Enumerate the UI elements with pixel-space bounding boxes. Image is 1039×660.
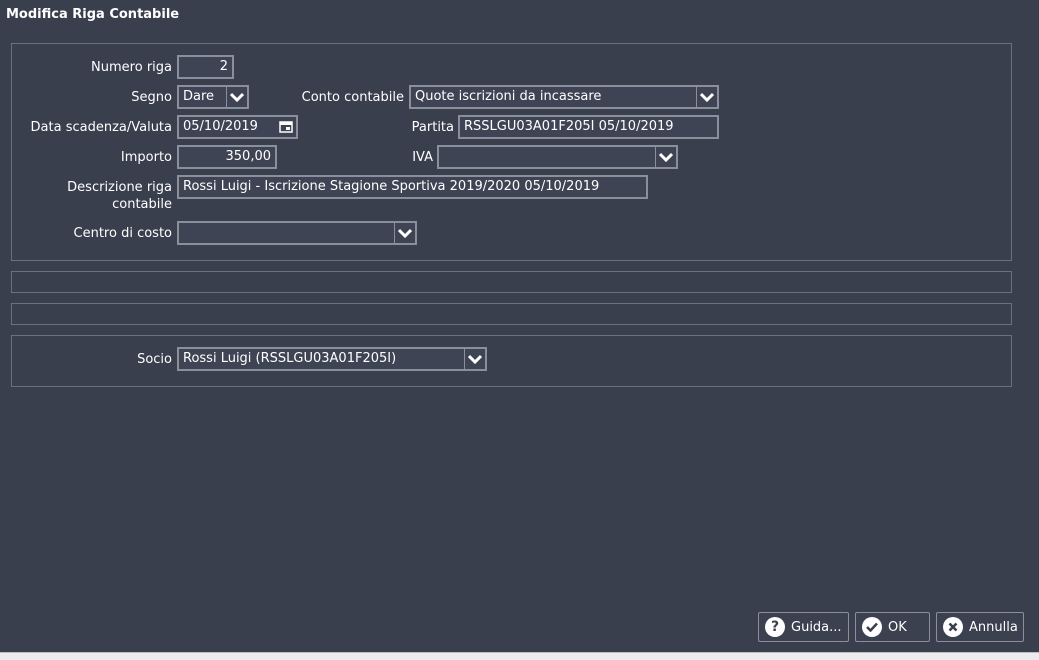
empty-panel-2 [11,303,1012,325]
iva-select[interactable] [437,145,678,169]
segno-dropdown-button[interactable] [226,87,247,107]
descrizione-input[interactable]: Rossi Luigi - Iscrizione Stagione Sporti… [177,175,648,199]
conto-contabile-select[interactable]: Quote iscrizioni da incassare [409,85,719,109]
segno-label: Segno [131,90,172,105]
data-scadenza-input[interactable]: 05/10/2019 [177,115,298,139]
help-icon: ? [765,617,785,637]
descrizione-label-line2: contabile [112,197,172,212]
title-bar: Modifica Riga Contabile [0,0,1039,30]
centro-costo-dropdown-button[interactable] [394,223,415,243]
close-icon [943,617,963,637]
calendar-button[interactable] [276,117,296,137]
chevron-down-icon [468,354,482,364]
guida-button-label: Guida... [791,619,842,635]
calendar-icon [279,121,293,133]
conto-contabile-label: Conto contabile [301,90,404,105]
data-scadenza-label: Data scadenza/Valuta [30,120,172,135]
chevron-down-icon [700,92,714,102]
ok-button-label: OK [888,619,907,635]
ok-button[interactable]: OK [855,612,930,642]
centro-costo-label: Centro di costo [73,226,172,241]
partita-label: Partita [411,120,454,135]
iva-label: IVA [412,150,433,165]
guida-button[interactable]: ? Guida... [758,612,849,642]
numero-riga-input[interactable]: 2 [177,55,234,79]
data-scadenza-value: 05/10/2019 [183,119,258,134]
importo-label: Importo [120,150,172,165]
socio-dropdown-button[interactable] [464,349,485,369]
socio-label: Socio [137,352,172,367]
socio-value: Rossi Luigi (RSSLGU03A01F205I) [183,351,397,366]
chevron-down-icon [230,92,244,102]
numero-riga-label: Numero riga [91,60,172,75]
window-title: Modifica Riga Contabile [6,7,180,22]
check-icon [862,617,882,637]
conto-contabile-dropdown-button[interactable] [696,87,717,107]
descrizione-label-line1: Descrizione riga [67,180,172,195]
annulla-button[interactable]: Annulla [936,612,1024,642]
conto-contabile-value: Quote iscrizioni da incassare [415,89,602,104]
segno-value: Dare [183,89,215,104]
chevron-down-icon [659,152,673,162]
importo-input[interactable]: 350,00 [177,145,277,169]
socio-select[interactable]: Rossi Luigi (RSSLGU03A01F205I) [177,347,487,371]
empty-panel-1 [11,271,1012,293]
annulla-button-label: Annulla [969,619,1018,635]
centro-costo-select[interactable] [177,221,417,245]
partita-input[interactable]: RSSLGU03A01F205I 05/10/2019 [458,115,719,139]
chevron-down-icon [398,228,412,238]
iva-dropdown-button[interactable] [655,147,676,167]
segno-select[interactable]: Dare [177,85,249,109]
